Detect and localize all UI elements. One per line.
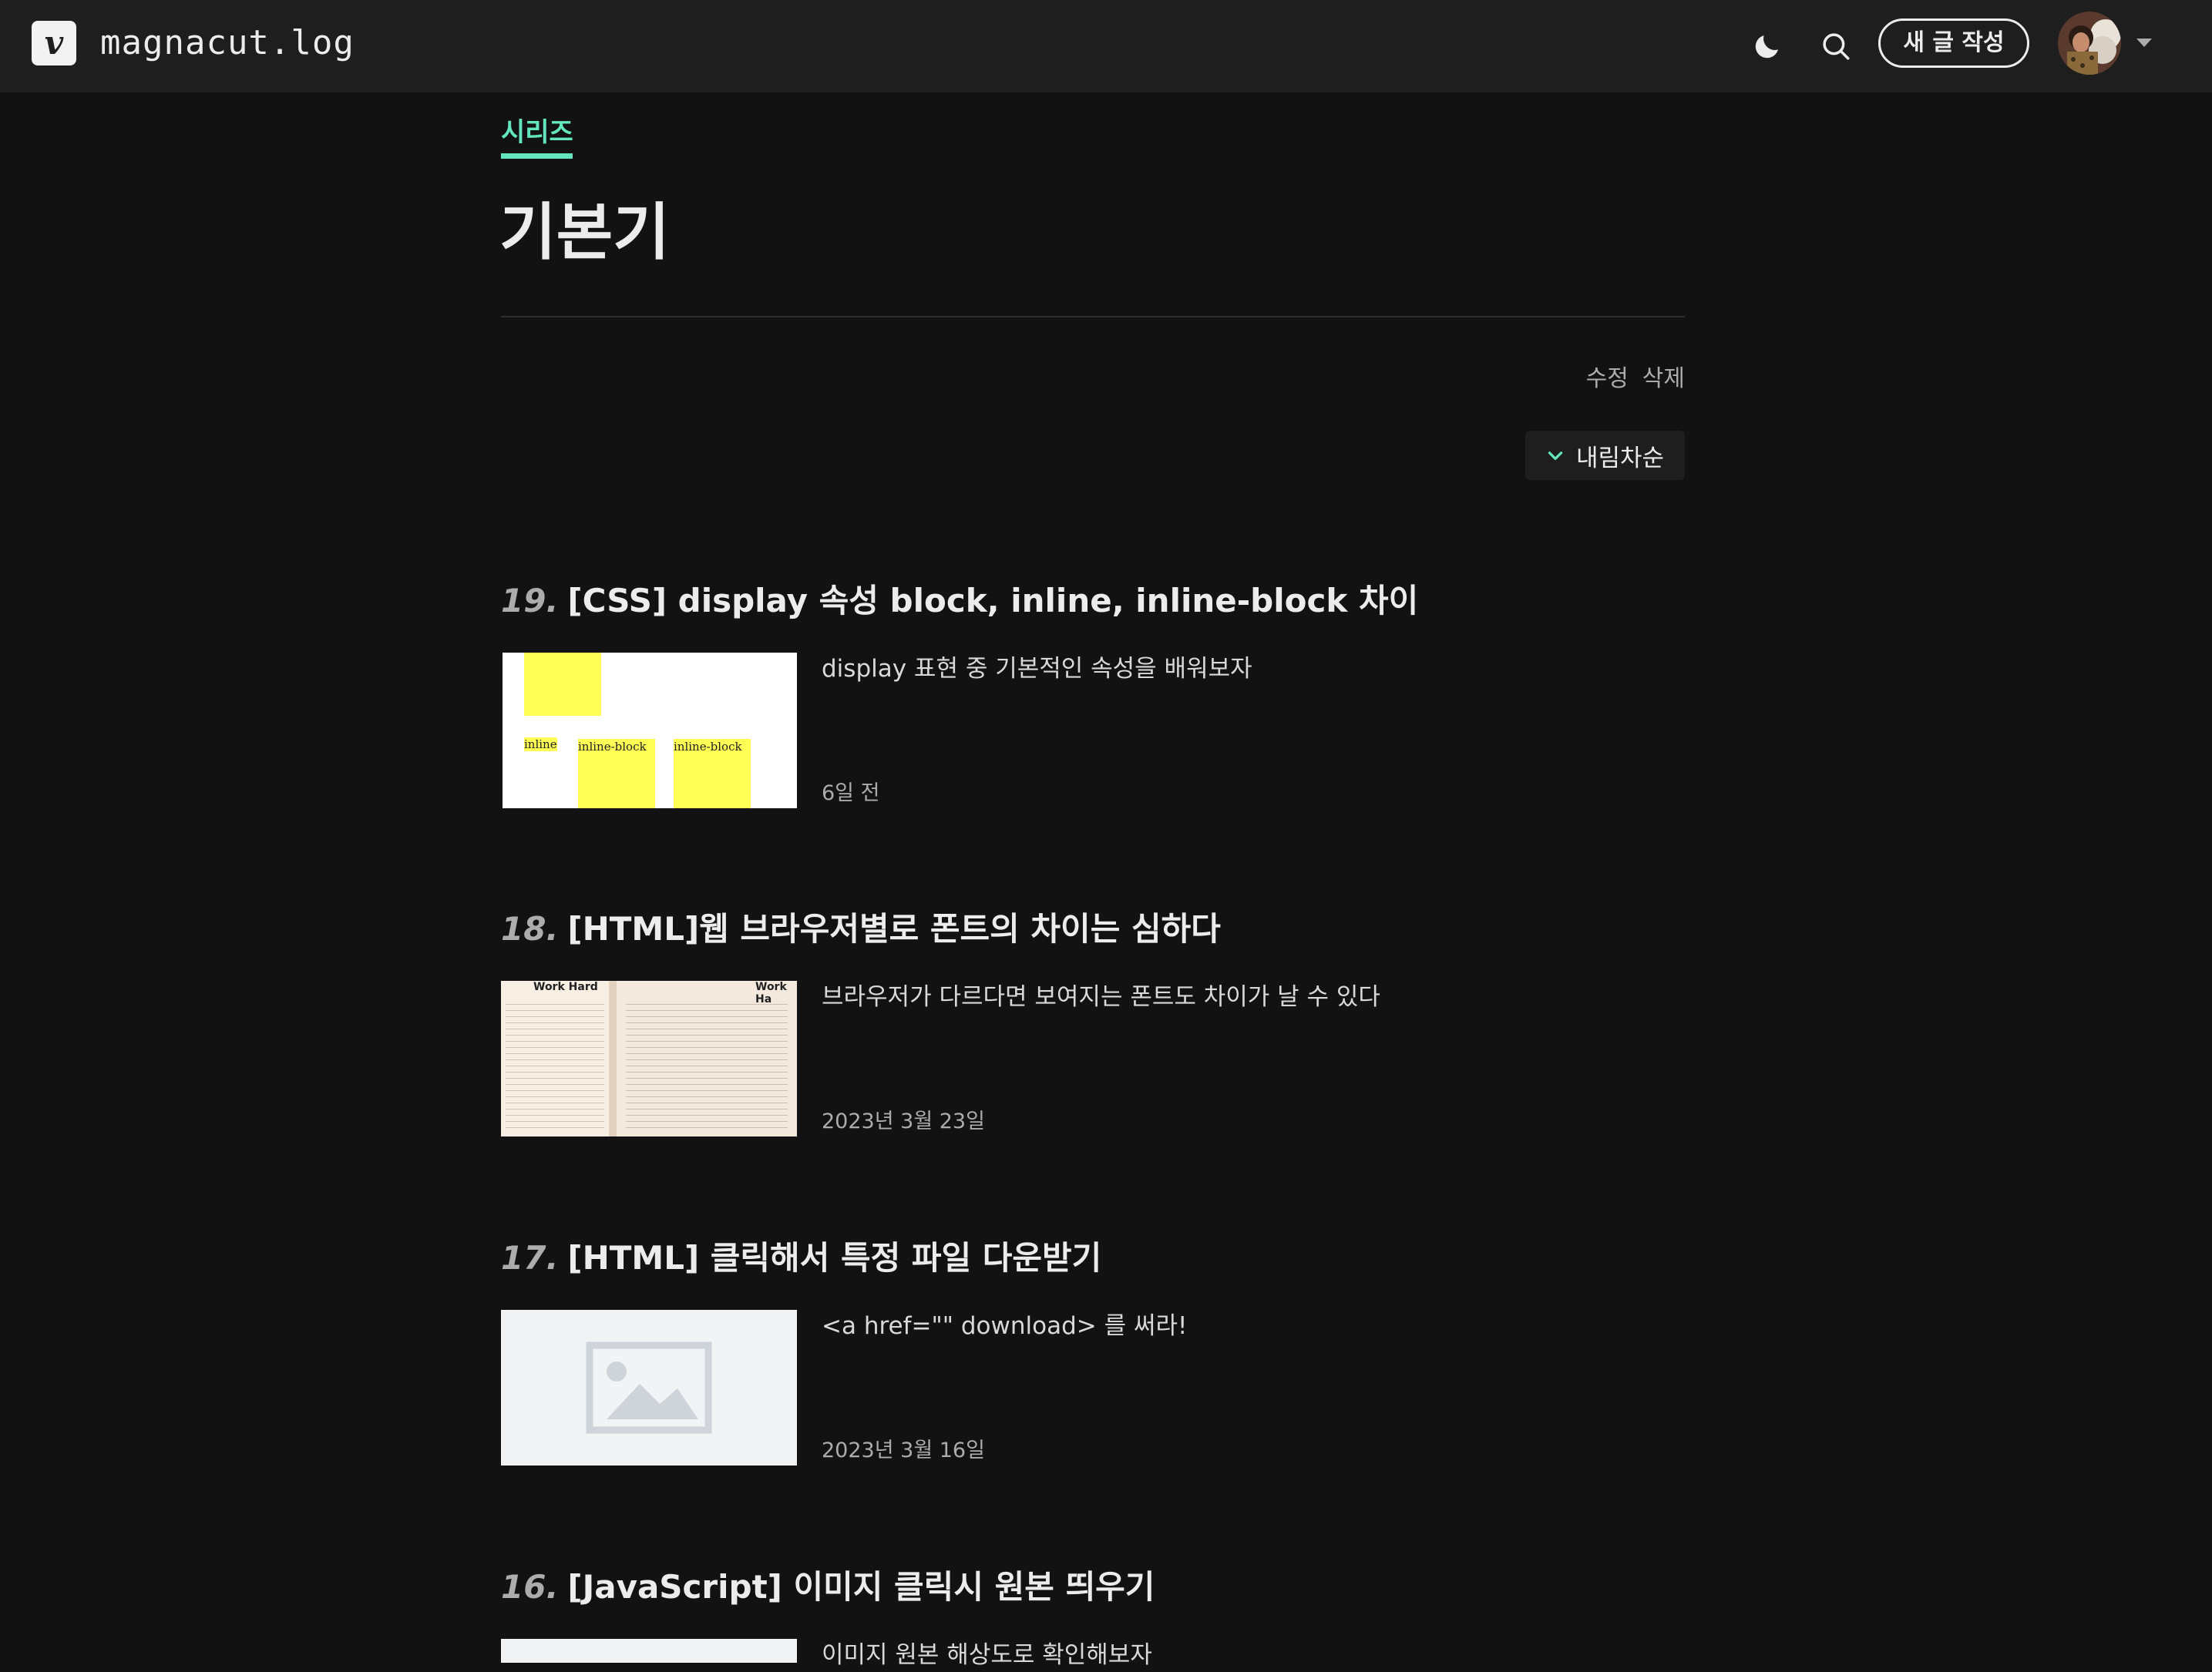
thumbnail-heading-right: Work Ha <box>755 981 787 1006</box>
post-number: 17. <box>501 1239 559 1277</box>
page-title: 기본기 <box>499 196 670 268</box>
thumbnail-label-inline-block-1: inline-block <box>578 740 647 754</box>
post-title: [HTML]웹 브라우저별로 폰트의 차이는 심하다 <box>567 910 1221 948</box>
post-description: display 표현 중 기본적인 속성을 배워보자 <box>822 655 1252 683</box>
block-demo-box <box>524 653 601 716</box>
series-tab-underline <box>501 153 573 159</box>
top-header: v magnacut.log 새 글 작성 <box>0 0 2212 92</box>
post-date: 6일 전 <box>822 781 880 805</box>
edit-button[interactable]: 수정 <box>1586 364 1629 394</box>
series-tab[interactable]: 시리즈 <box>501 116 573 149</box>
user-menu-caret-icon[interactable] <box>2136 39 2152 47</box>
new-post-button[interactable]: 새 글 작성 <box>1878 18 2029 68</box>
post-description: <a href="" download> 를 써라! <box>822 1312 1188 1340</box>
calendar-screenshot-left: Work Hard <box>501 981 609 1136</box>
post-title: [HTML] 클릭해서 특정 파일 다운받기 <box>567 1239 1102 1277</box>
thumbnail-label-inline-block-2: inline-block <box>674 740 742 754</box>
image-placeholder-icon <box>586 1341 712 1434</box>
post-thumbnail[interactable]: inline inline-block inline-block <box>503 653 797 808</box>
divider <box>501 316 1685 317</box>
post-description: 이미지 원본 해상도로 확인해보자 <box>822 1641 1152 1669</box>
post-title-link[interactable]: 17. [HTML] 클릭해서 특정 파일 다운받기 <box>501 1235 1101 1281</box>
post-number: 18. <box>501 910 559 948</box>
post-title: [CSS] display 속성 block, inline, inline-b… <box>567 582 1419 619</box>
post-thumbnail[interactable]: Work Hard Work Ha <box>501 981 797 1136</box>
thumbnail-label-inline: inline <box>524 737 557 751</box>
post-title: [JavaScript] 이미지 클릭시 원본 띄우기 <box>567 1568 1155 1606</box>
post-title-link[interactable]: 19. [CSS] display 속성 block, inline, inlin… <box>501 578 1418 624</box>
theme-toggle-button[interactable] <box>1744 23 1790 69</box>
inline-block-demo-box-2: inline-block <box>674 739 751 808</box>
velog-logo[interactable]: v <box>32 21 76 65</box>
post-date: 2023년 3월 16일 <box>822 1439 985 1462</box>
chevron-down-icon <box>1548 452 1563 460</box>
thumbnail-heading-left: Work Hard <box>533 981 598 993</box>
post-thumbnail[interactable] <box>501 1310 797 1466</box>
moon-icon <box>1755 35 1778 59</box>
post-number: 16. <box>501 1568 559 1606</box>
calendar-screenshot-right: Work Ha <box>617 981 797 1136</box>
sort-order-label: 내림차순 <box>1576 444 1665 472</box>
post-date: 2023년 3월 23일 <box>822 1110 985 1133</box>
search-button[interactable] <box>1813 23 1859 69</box>
post-title-link[interactable]: 18. [HTML]웹 브라우저별로 폰트의 차이는 심하다 <box>501 906 1221 952</box>
search-icon <box>1823 33 1850 60</box>
post-title-link[interactable]: 16. [JavaScript] 이미지 클릭시 원본 띄우기 <box>501 1564 1155 1610</box>
blog-title[interactable]: magnacut.log <box>100 22 355 65</box>
avatar[interactable] <box>2058 12 2121 75</box>
sort-order-button[interactable]: 내림차순 <box>1525 431 1685 480</box>
post-number: 19. <box>501 582 559 619</box>
delete-button[interactable]: 삭제 <box>1642 364 1685 394</box>
series-actions: 수정 삭제 <box>1580 364 1685 394</box>
post-thumbnail[interactable] <box>501 1639 797 1663</box>
inline-block-demo-box-1: inline-block <box>578 739 655 808</box>
post-description: 브라우저가 다르다면 보여지는 폰트도 차이가 날 수 있다 <box>822 983 1380 1011</box>
